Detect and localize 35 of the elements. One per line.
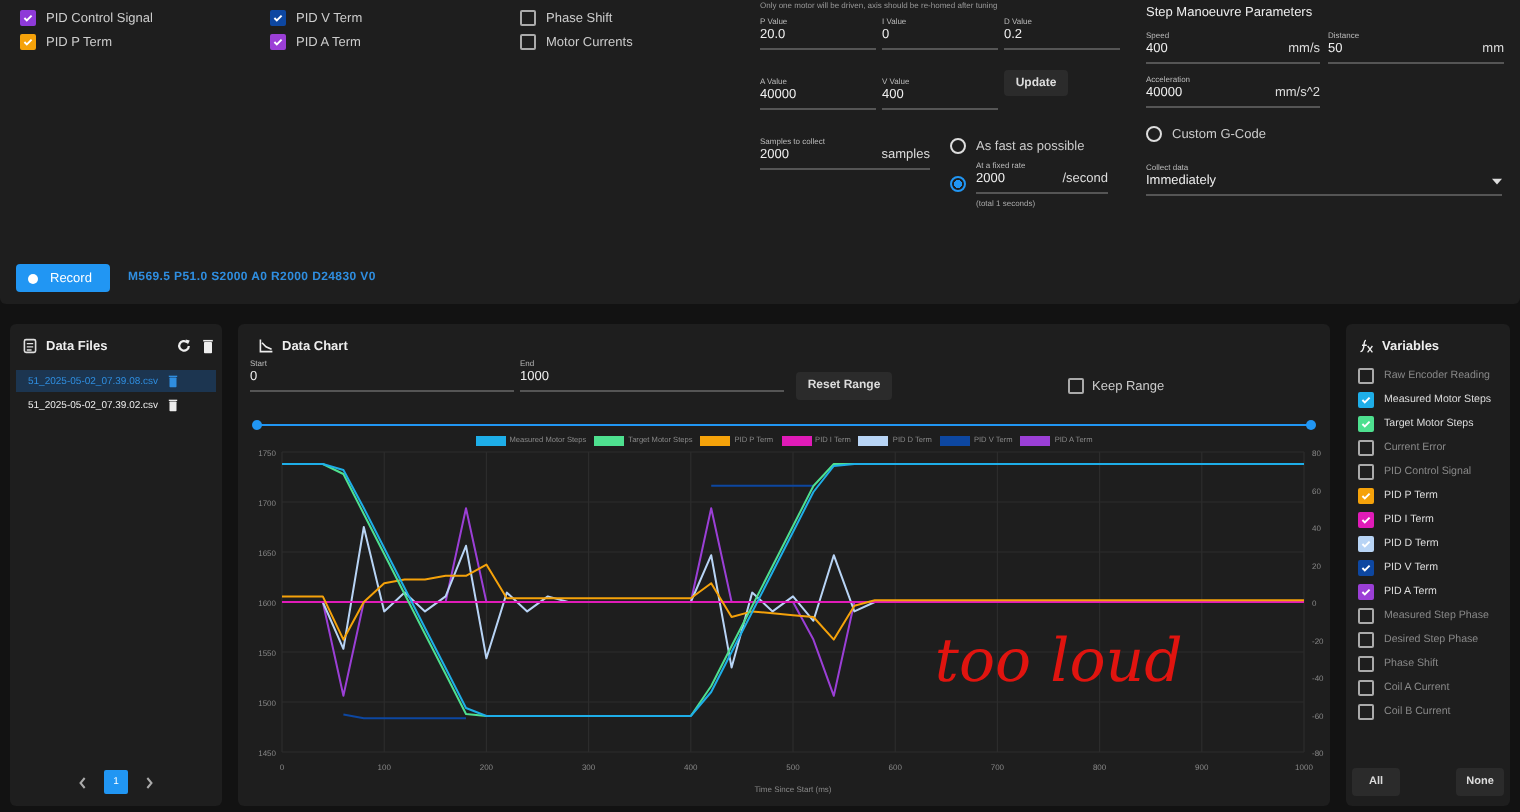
- handwritten-note: too loud: [934, 626, 1183, 697]
- file-list-icon: [22, 338, 38, 354]
- next-page-icon[interactable]: [144, 775, 154, 789]
- checkbox[interactable]: [1358, 560, 1374, 576]
- checkbox[interactable]: [1358, 464, 1374, 480]
- checkbox[interactable]: [1358, 584, 1374, 600]
- checkbox[interactable]: [1358, 608, 1374, 624]
- caret-icon: [1492, 178, 1502, 186]
- trash-icon[interactable]: [200, 338, 216, 354]
- checkbox[interactable]: [1358, 656, 1374, 672]
- slider-thumb[interactable]: [1305, 419, 1315, 429]
- checkbox[interactable]: [1358, 488, 1374, 504]
- checkbox[interactable]: [1358, 512, 1374, 528]
- checkbox[interactable]: [520, 10, 536, 26]
- checkbox[interactable]: [1358, 440, 1374, 456]
- record-icon: [28, 273, 38, 283]
- checkbox[interactable]: [270, 34, 286, 50]
- checkbox[interactable]: [1358, 392, 1374, 408]
- checkbox[interactable]: [1358, 704, 1374, 720]
- checkbox[interactable]: [520, 34, 536, 50]
- checkbox[interactable]: [1068, 378, 1084, 394]
- refresh-icon[interactable]: [176, 338, 192, 354]
- checkbox[interactable]: [20, 34, 36, 50]
- range-slider[interactable]: [256, 418, 1310, 430]
- trash-icon[interactable]: [166, 398, 181, 412]
- function-icon: [1358, 338, 1374, 354]
- checkbox[interactable]: [270, 10, 286, 26]
- checkbox[interactable]: [1358, 680, 1374, 696]
- radio-button[interactable]: [950, 176, 966, 192]
- checkbox[interactable]: [1358, 632, 1374, 648]
- slider-thumb[interactable]: [251, 419, 261, 429]
- chart-icon: [258, 338, 274, 354]
- previous-page-icon[interactable]: [78, 775, 88, 789]
- checkbox[interactable]: [1358, 368, 1374, 384]
- checkbox[interactable]: [20, 10, 36, 26]
